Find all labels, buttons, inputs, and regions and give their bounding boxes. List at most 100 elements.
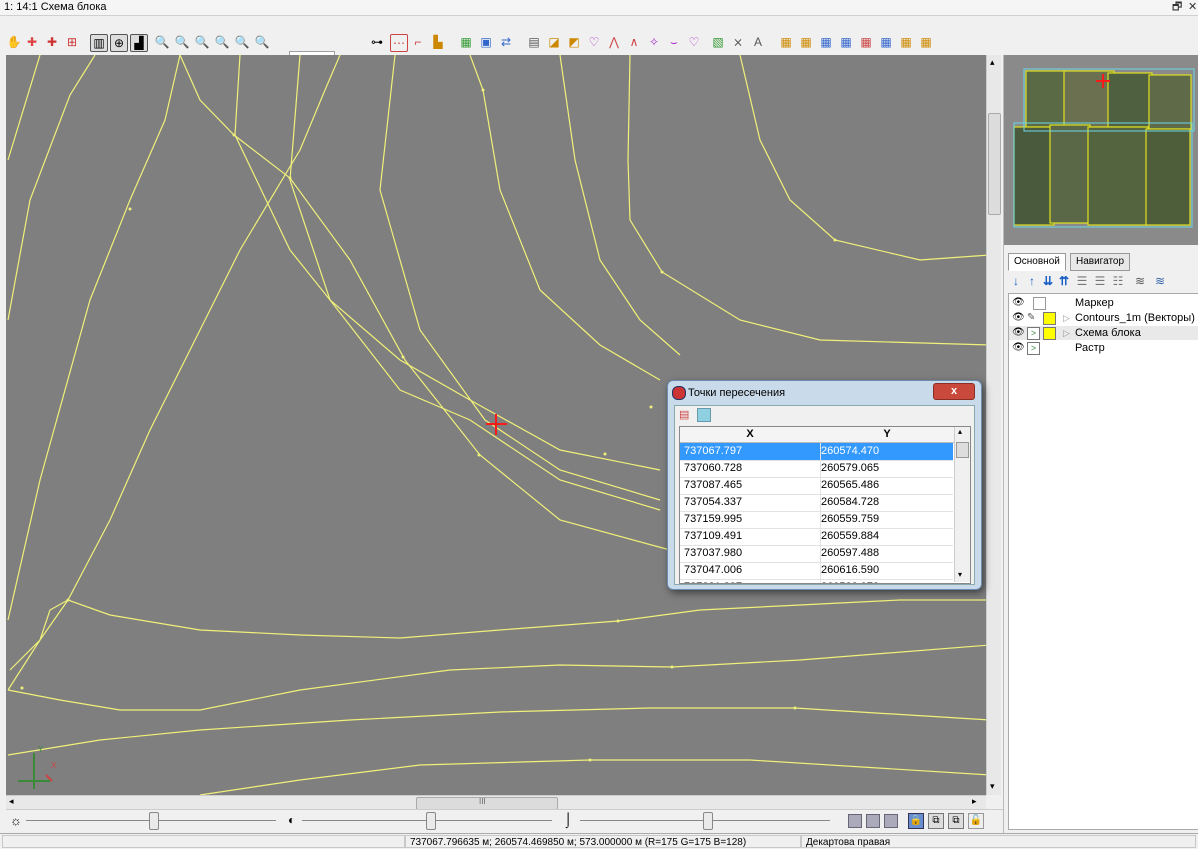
layer-row-marker[interactable]: 👁 Маркер (1009, 296, 1198, 310)
scroll-right-arrow[interactable]: ▸ (972, 796, 977, 807)
add-marker-icon[interactable]: ✚ (44, 34, 60, 50)
brightness-slider-knob[interactable] (149, 812, 159, 830)
list-3-icon[interactable]: ☷ (1110, 273, 1126, 289)
table-scroll-down-arrow[interactable]: ▾ (958, 570, 962, 579)
grid-marker-icon[interactable]: ⊞ (64, 34, 80, 50)
zoom-scale-icon[interactable]: 🔍 (254, 34, 270, 50)
paste-icon[interactable]: ⧉ (948, 813, 964, 829)
draw-curve-icon[interactable]: ⌣ (666, 34, 682, 50)
restore-button[interactable]: 🗗 (1172, 0, 1182, 15)
zoom-window-icon[interactable]: 🔍 (194, 34, 210, 50)
close-button[interactable]: ✕ (1188, 0, 1197, 15)
layers-icon[interactable]: ≋ (1132, 273, 1148, 289)
select-polygons-icon[interactable]: ▙ (430, 34, 446, 50)
move-up-icon[interactable]: ↑ (1024, 273, 1040, 289)
tab-main[interactable]: Основной (1008, 253, 1066, 271)
grid-tool-1-icon[interactable]: ▦ (778, 34, 794, 50)
grid-tool-3-icon[interactable]: ▦ (818, 34, 834, 50)
edit-shape-icon[interactable]: ◩ (566, 34, 582, 50)
draw-polygon-icon[interactable]: ♡ (586, 34, 602, 50)
grid-tool-4-icon[interactable]: ▦ (838, 34, 854, 50)
expand-arrow-icon[interactable]: ▷ (1063, 311, 1070, 325)
tool-text-icon[interactable]: A (750, 34, 766, 50)
select-lines-icon[interactable]: ⌐ (410, 34, 426, 50)
column-header-x[interactable]: X (680, 427, 821, 443)
grid-tool-5-icon[interactable]: ▦ (858, 34, 874, 50)
overview-map[interactable] (1004, 55, 1198, 245)
tool-cross-icon[interactable]: ⨯ (730, 34, 746, 50)
edit-vertex-icon[interactable]: ◪ (546, 34, 562, 50)
grid-tool-8-icon[interactable]: ▦ (918, 34, 934, 50)
move-top-icon[interactable]: ⇈ (1056, 273, 1072, 289)
export-icon[interactable]: ▤ (679, 408, 693, 422)
grid-tool-7-icon[interactable]: ▦ (898, 34, 914, 50)
contrast-slider-knob[interactable] (426, 812, 436, 830)
table-row[interactable]: 737060.728 260579.065 (680, 460, 953, 478)
table-row[interactable]: 737087.465 260565.486 (680, 477, 953, 495)
zoom-all-icon[interactable]: 🔍 (214, 34, 230, 50)
table-row[interactable]: 737159.995 260559.759 (680, 511, 953, 529)
table-scrollbar[interactable]: ▴ ▾ (954, 427, 970, 582)
zoom-out-icon[interactable]: 🔍 (174, 34, 190, 50)
list-1-icon[interactable]: ☰ (1074, 273, 1090, 289)
list-2-icon[interactable]: ☰ (1092, 273, 1108, 289)
table-row[interactable]: 737109.491 260559.884 (680, 528, 953, 546)
add-point-icon[interactable]: ✚ (24, 34, 40, 50)
points-table[interactable]: X Y 737067.797 260574.470 737060.728 260579… (679, 426, 971, 584)
move-bottom-icon[interactable]: ⇊ (1040, 273, 1056, 289)
dialog-close-button[interactable]: x (933, 383, 975, 400)
view-mode-3-icon[interactable]: ▟ (130, 34, 148, 52)
vertical-scroll-thumb[interactable] (988, 113, 1001, 215)
pan-hand-icon[interactable]: ✋ (6, 34, 22, 50)
visibility-eye-icon[interactable]: 👁 (1012, 341, 1025, 355)
layer-row-contours[interactable]: 👁 ✎ ▷ Contours_1m (Векторы) (1009, 311, 1198, 325)
table-row[interactable]: 737067.797 260574.470 (680, 443, 953, 461)
zoom-layer-icon[interactable]: 🔍 (234, 34, 250, 50)
key-icon[interactable]: ⊶ (369, 34, 385, 50)
draw-peaks-icon[interactable]: ⋀ (606, 34, 622, 50)
view-mode-2-icon[interactable]: ⊕ (110, 34, 128, 52)
column-header-y[interactable]: Y (820, 427, 954, 443)
scroll-up-arrow[interactable]: ▴ (990, 57, 995, 68)
grid-tool-6-icon[interactable]: ▦ (878, 34, 894, 50)
gamma-slider-knob[interactable] (703, 812, 713, 830)
draw-heart-icon[interactable]: ♡ (686, 34, 702, 50)
draw-star-icon[interactable]: ✧ (646, 34, 662, 50)
move-down-icon[interactable]: ↓ (1008, 273, 1024, 289)
zoom-in-icon[interactable]: 🔍 (154, 34, 170, 50)
unlock-icon[interactable]: 🔓 (968, 813, 984, 829)
filter-icon[interactable]: ▧ (710, 34, 726, 50)
scroll-down-arrow[interactable]: ▾ (990, 781, 995, 792)
table-row[interactable]: 737037.980 260597.488 (680, 545, 953, 563)
visibility-eye-icon[interactable]: 👁 (1012, 326, 1025, 340)
copy-icon[interactable]: ⧉ (928, 813, 944, 829)
channel-green-button[interactable] (866, 814, 880, 828)
tab-navigator[interactable]: Навигатор (1070, 253, 1131, 271)
tool-image-icon[interactable]: ▣ (478, 34, 494, 50)
view-mode-1-icon[interactable]: ▥ (90, 34, 108, 52)
grid-tool-2-icon[interactable]: ▦ (798, 34, 814, 50)
table-row[interactable]: 737231.297 260582.978 (680, 579, 953, 583)
visibility-eye-icon[interactable]: 👁 (1012, 296, 1025, 310)
scroll-left-arrow[interactable]: ◂ (9, 796, 14, 807)
tool-layer-icon[interactable]: ▤ (526, 34, 542, 50)
edit-pencil-icon[interactable]: ✎ (1027, 311, 1035, 325)
vertical-scrollbar[interactable]: ▴ ▾ (986, 55, 1001, 795)
table-scroll-up-arrow[interactable]: ▴ (958, 427, 962, 436)
copy-table-icon[interactable] (697, 408, 711, 422)
select-points-icon[interactable]: ⋯ (390, 34, 408, 52)
table-row[interactable]: 737054.337 260584.728 (680, 494, 953, 512)
visibility-eye-icon[interactable]: 👁 (1012, 311, 1025, 325)
lock-icon[interactable]: 🔒 (908, 813, 924, 829)
layer-row-raster[interactable]: 👁 > Растр (1009, 341, 1198, 355)
layers-color-icon[interactable]: ≋ (1152, 273, 1168, 289)
tool-xy-icon[interactable]: ⇄ (498, 34, 514, 50)
table-row[interactable]: 737047.006 260616.590 (680, 562, 953, 580)
tool-3d-icon[interactable]: ▦ (458, 34, 474, 50)
horizontal-scrollbar[interactable]: ◂ III ▸ (6, 795, 986, 810)
channel-blue-button[interactable] (884, 814, 898, 828)
table-scroll-thumb[interactable] (956, 442, 969, 458)
expand-arrow-icon[interactable]: ▷ (1063, 326, 1070, 340)
draw-peak-icon[interactable]: ∧ (626, 34, 642, 50)
channel-red-button[interactable] (848, 814, 862, 828)
